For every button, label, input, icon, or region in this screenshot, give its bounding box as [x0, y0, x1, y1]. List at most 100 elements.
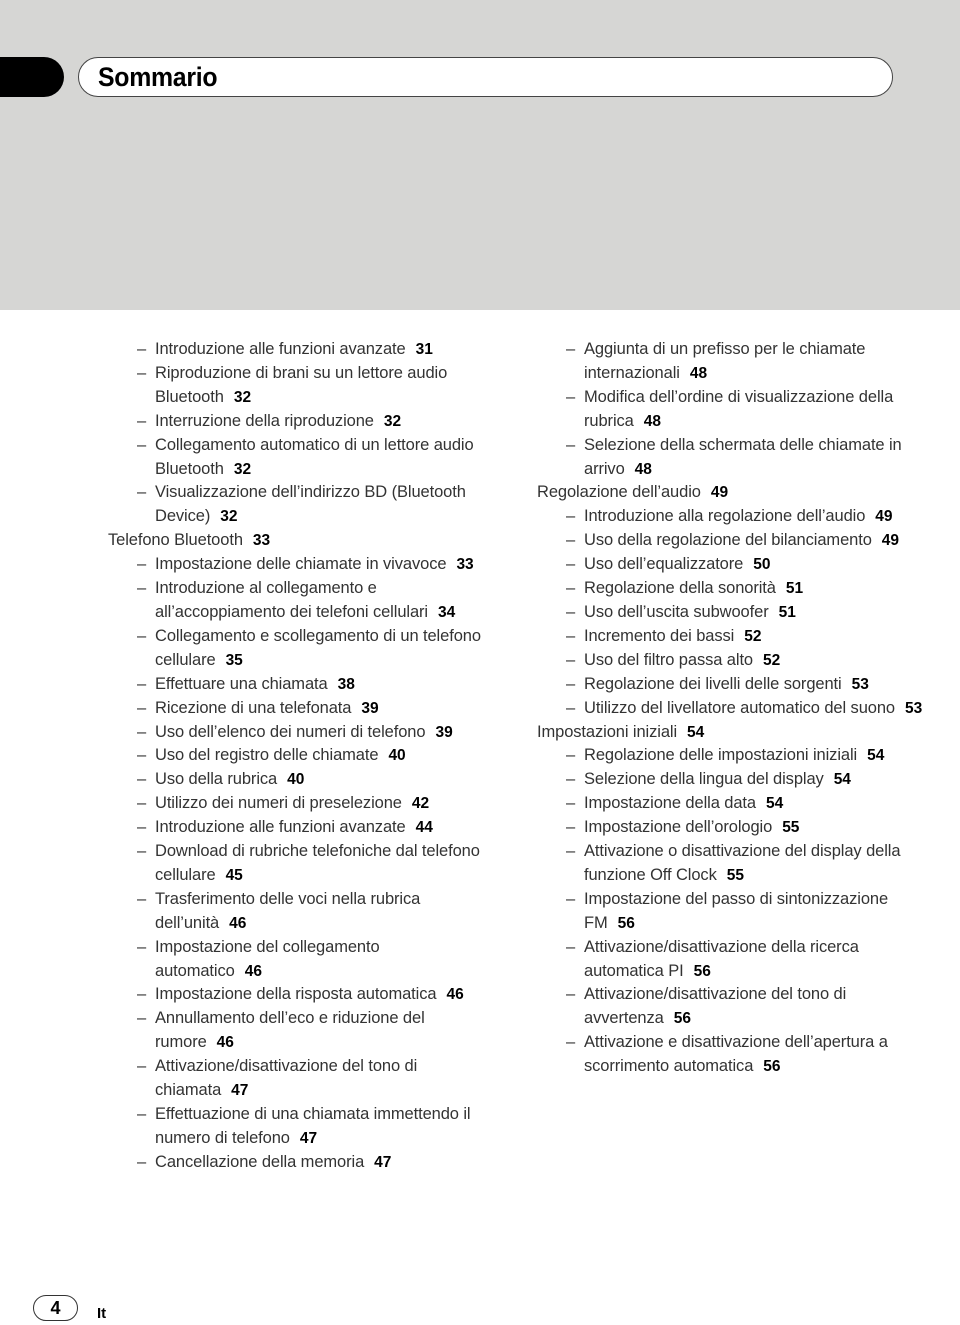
toc-subsection-entry[interactable]: – Incremento dei bassi 52 [537, 625, 937, 649]
toc-page-number: 48 [643, 412, 661, 430]
toc-page-number: 56 [673, 1010, 691, 1028]
toc-page-number: 45 [225, 866, 243, 884]
toc-subsection-entry[interactable]: – Impostazione del collegamento automatic… [108, 936, 488, 984]
toc-page-number: 46 [446, 986, 464, 1004]
toc-page-number: 33 [456, 556, 474, 574]
toc-entry-label: Telefono Bluetooth [108, 531, 243, 550]
toc-entry-label: Impostazione dell’orologio [584, 818, 773, 837]
toc-entry-label: Regolazione della sonorità [584, 579, 776, 598]
toc-entry-label: Selezione della schermata delle chiamate… [584, 435, 902, 478]
dash-bullet-icon: – [566, 340, 576, 358]
toc-subsection-entry[interactable]: – Selezione della schermata delle chiamat… [537, 434, 937, 482]
toc-subsection-entry[interactable]: – Interruzione della riproduzione 32 [108, 410, 488, 434]
toc-subsection-entry[interactable]: – Attivazione/disattivazione del tono di … [537, 983, 937, 1031]
toc-page-number: 55 [726, 866, 744, 884]
dash-bullet-icon: – [137, 1105, 147, 1123]
toc-subsection-entry[interactable]: – Attivazione o disattivazione del displa… [537, 840, 937, 888]
toc-subsection-entry[interactable]: – Impostazione del passo di sintonizzazio… [537, 888, 937, 936]
toc-subsection-entry[interactable]: – Introduzione alle funzioni avanzate 44 [108, 816, 488, 840]
toc-page-number: 56 [693, 962, 711, 980]
toc-page-number: 40 [287, 771, 305, 789]
dash-bullet-icon: – [137, 1152, 147, 1171]
toc-subsection-entry[interactable]: – Effettuazione di una chiamata immettend… [108, 1103, 488, 1151]
toc-subsection-entry[interactable]: – Attivazione e disattivazione dell’apert… [537, 1031, 937, 1079]
toc-subsection-entry[interactable]: – Modifica dell’ordine di visualizzazione… [537, 386, 937, 434]
dash-bullet-icon: – [137, 842, 147, 861]
toc-subsection-entry[interactable]: – Uso dell’equalizzatore 50 [537, 553, 937, 577]
dash-bullet-icon: – [566, 555, 576, 574]
language-code: It [97, 1305, 107, 1322]
toc-page-number: 49 [881, 532, 900, 550]
header-band [0, 0, 960, 310]
toc-subsection-entry[interactable]: – Uso del registro delle chiamate 40 [108, 744, 488, 768]
toc-entry-label: Collegamento automatico di un lettore au… [155, 435, 474, 478]
dash-bullet-icon: – [566, 818, 576, 837]
page-number-badge: 4 [33, 1295, 78, 1321]
toc-subsection-entry[interactable]: – Utilizzo dei numeri di preselezione 42 [108, 792, 488, 816]
toc-subsection-entry[interactable]: – Ricezione di una telefonata 39 [108, 697, 488, 721]
toc-subsection-entry[interactable]: – Uso della rubrica 40 [108, 768, 488, 792]
toc-entry-label: Uso dell’equalizzatore [584, 555, 744, 574]
toc-page-number: 51 [785, 580, 804, 598]
toc-subsection-entry[interactable]: – Introduzione alle funzioni avanzate 31 [108, 338, 488, 362]
toc-subsection-entry[interactable]: – Annullamento dell’eco e riduzione del r… [108, 1007, 488, 1055]
toc-subsection-entry[interactable]: – Cancellazione della memoria 47 [108, 1151, 488, 1175]
toc-page-number: 47 [299, 1129, 318, 1147]
toc-entry-label: Interruzione della riproduzione [155, 411, 374, 430]
toc-subsection-entry[interactable]: – Attivazione/disattivazione della ricerc… [537, 936, 937, 984]
toc-subsection-entry[interactable]: – Regolazione delle impostazioni iniziali… [537, 744, 937, 768]
toc-section-entry[interactable]: Telefono Bluetooth 33 [108, 529, 488, 553]
toc-subsection-entry[interactable]: – Regolazione dei livelli delle sorgenti 5… [537, 673, 937, 697]
toc-subsection-entry[interactable]: – Regolazione della sonorità 51 [537, 577, 937, 601]
toc-page-number: 38 [337, 675, 355, 693]
toc-page-number: 56 [763, 1058, 781, 1076]
toc-subsection-entry[interactable]: – Uso dell’uscita subwoofer 51 [537, 601, 937, 625]
toc-subsection-entry[interactable]: – Impostazione della data 54 [537, 792, 937, 816]
toc-subsection-entry[interactable]: – Uso dell’elenco dei numeri di telefono 3… [108, 721, 488, 745]
toc-section-entry[interactable]: Regolazione dell’audio 49 [537, 481, 937, 505]
dash-bullet-icon: – [566, 387, 576, 406]
toc-subsection-entry[interactable]: – Riproduzione di brani su un lettore aud… [108, 362, 488, 410]
toc-section-entry[interactable]: Impostazioni iniziali 54 [537, 721, 937, 745]
toc-subsection-entry[interactable]: – Aggiunta di un prefisso per le chiamate… [537, 338, 937, 386]
toc-page-number: 33 [252, 532, 271, 550]
toc-page-number: 47 [231, 1082, 249, 1100]
toc-entry-label: Regolazione dell’audio [537, 483, 701, 502]
toc-entry-label: Introduzione alle funzioni avanzate [155, 340, 406, 358]
toc-subsection-entry[interactable]: – Attivazione/disattivazione del tono di … [108, 1055, 488, 1103]
toc-subsection-entry[interactable]: – Uso della regolazione del bilanciamento… [537, 529, 937, 553]
toc-subsection-entry[interactable]: – Selezione della lingua del display 54 [537, 768, 937, 792]
toc-page-number: 49 [875, 508, 893, 526]
toc-subsection-entry[interactable]: – Trasferimento delle voci nella rubrica … [108, 888, 488, 936]
toc-subsection-entry[interactable]: – Impostazione dell’orologio 55 [537, 816, 937, 840]
toc-subsection-entry[interactable]: – Introduzione alla regolazione dell’audi… [537, 505, 937, 529]
dash-bullet-icon: – [137, 937, 147, 956]
toc-entry-label: Cancellazione della memoria [155, 1152, 365, 1171]
title-box: Sommario [78, 57, 893, 97]
toc-subsection-entry[interactable]: – Introduzione al collegamento e all’acco… [108, 577, 488, 625]
toc-page-number: 51 [778, 603, 796, 621]
toc-entry-label: Impostazioni iniziali [537, 722, 678, 741]
toc-entry-label: Introduzione alle funzioni avanzate [155, 818, 406, 837]
dash-bullet-icon: – [566, 794, 576, 813]
toc-subsection-entry[interactable]: – Effettuare una chiamata 38 [108, 673, 488, 697]
toc-entry-label: Uso del filtro passa alto [584, 650, 754, 669]
toc-subsection-entry[interactable]: – Collegamento automatico di un lettore a… [108, 434, 488, 482]
toc-subsection-entry[interactable]: – Impostazione della risposta automatica 4… [108, 983, 488, 1007]
toc-entry-label: Download di rubriche telefoniche dal tel… [155, 842, 480, 884]
toc-page-number: 52 [763, 651, 781, 669]
toc-subsection-entry[interactable]: – Visualizzazione dell’indirizzo BD (Blue… [108, 481, 488, 529]
toc-subsection-entry[interactable]: – Collegamento e scollegamento di un tele… [108, 625, 488, 673]
toc-page-number: 31 [415, 341, 433, 358]
dash-bullet-icon: – [566, 626, 576, 645]
toc-page-number: 49 [710, 484, 729, 502]
toc-subsection-entry[interactable]: – Download di rubriche telefoniche dal te… [108, 840, 488, 888]
toc-subsection-entry[interactable]: – Utilizzo del livellatore automatico del… [537, 697, 937, 721]
toc-page-number: 32 [383, 412, 402, 430]
toc-subsection-entry[interactable]: – Uso del filtro passa alto 52 [537, 649, 937, 673]
section-tab-marker [0, 57, 64, 97]
toc-subsection-entry[interactable]: – Impostazione delle chiamate in vivavoce… [108, 553, 488, 577]
dash-bullet-icon: – [566, 770, 576, 789]
toc-entry-label: Effettuare una chiamata [155, 674, 328, 693]
toc-entry-label: Regolazione delle impostazioni iniziali [584, 746, 858, 765]
